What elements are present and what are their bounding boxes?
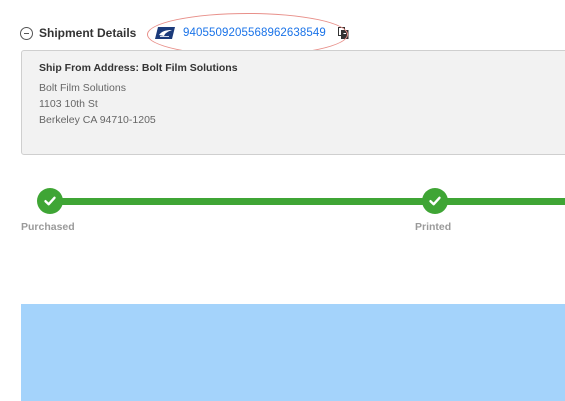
shipment-page: Shipment Details 9405509205568962638549 …	[0, 0, 565, 401]
checkmark-icon	[44, 196, 56, 206]
ship-from-address-card: Ship From Address: Bolt Film Solutions B…	[21, 50, 565, 155]
step-label-purchased: Purchased	[21, 221, 75, 233]
checkmark-icon	[429, 196, 441, 206]
address-line-name: Bolt Film Solutions	[39, 82, 126, 94]
tracking-info: 9405509205568962638549	[155, 24, 349, 42]
step-label-printed: Printed	[415, 221, 452, 233]
step-printed-check	[422, 188, 448, 214]
content-panel	[21, 304, 565, 401]
clipboard-copy-icon[interactable]	[337, 27, 349, 39]
shipment-details-header: Shipment Details	[20, 24, 136, 42]
section-title: Shipment Details	[39, 26, 137, 40]
progress-track	[49, 198, 565, 205]
collapse-minus-icon[interactable]	[20, 26, 33, 40]
step-purchased-check	[37, 188, 63, 214]
usps-eagle-icon	[155, 27, 175, 39]
tracking-number-link[interactable]: 9405509205568962638549	[183, 27, 326, 39]
ship-from-heading: Ship From Address: Bolt Film Solutions	[39, 62, 238, 74]
address-line-city: Berkeley CA 94710-1205	[39, 114, 156, 126]
address-line-street: 1103 10th St	[39, 98, 98, 110]
